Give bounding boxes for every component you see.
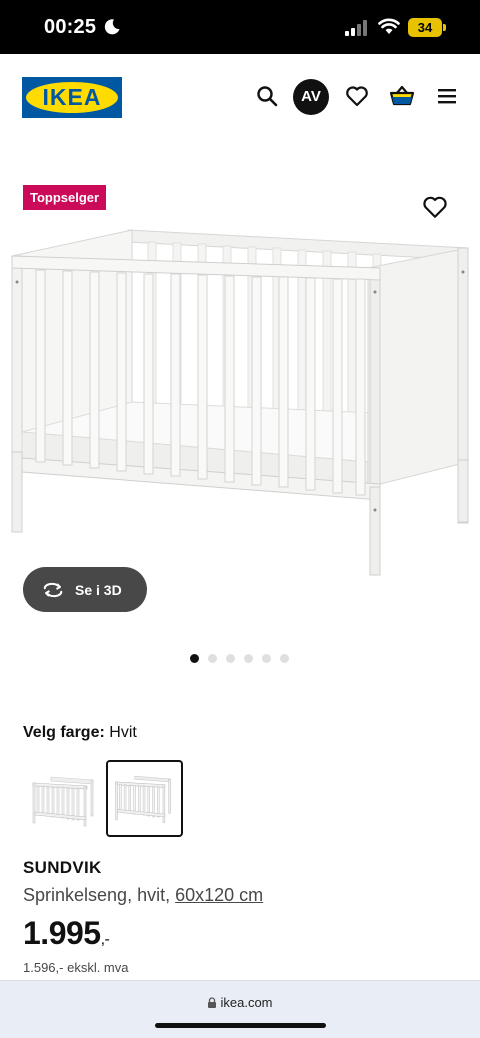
home-indicator[interactable]	[155, 1023, 326, 1028]
status-bar: 00:25 34	[0, 0, 480, 54]
wifi-icon	[378, 18, 400, 34]
cellular-signal-icon	[345, 20, 367, 36]
battery-nub	[443, 24, 446, 31]
gallery-dot[interactable]	[244, 654, 253, 663]
view-in-3d-button[interactable]: Se i 3D	[23, 567, 147, 612]
gallery-dot[interactable]	[226, 654, 235, 663]
gallery-dot[interactable]	[262, 654, 271, 663]
color-selected-value: Hvit	[109, 724, 137, 741]
product-description-text: Sprinkelseng, hvit,	[23, 885, 171, 905]
color-option-thumbnail-selected[interactable]	[106, 760, 183, 837]
product-name: SUNDVIK	[23, 858, 102, 877]
color-option-thumbnail[interactable]	[23, 760, 100, 837]
ikea-logo[interactable]: IKEA	[22, 77, 122, 118]
basket-button[interactable]	[388, 82, 416, 110]
battery-level: 34	[408, 18, 442, 37]
view-in-3d-label: Se i 3D	[75, 581, 122, 598]
product-size-link[interactable]: 60x120 cm	[175, 885, 263, 905]
gallery-dot[interactable]	[280, 654, 289, 663]
price-excl-vat: 1.596,- ekskl. mva	[23, 960, 129, 975]
moon-icon	[104, 19, 120, 35]
url-text: ikea.com	[220, 995, 273, 1010]
status-time: 00:25	[44, 16, 97, 38]
lock-icon	[208, 997, 217, 1008]
price-value: 1.995	[23, 915, 101, 951]
basket-icon	[389, 85, 415, 106]
price-suffix: ,-	[100, 931, 110, 948]
search-icon	[257, 86, 278, 107]
product-image-crib[interactable]	[8, 222, 478, 582]
heart-icon	[346, 86, 368, 107]
top-seller-badge: Toppselger	[23, 185, 107, 210]
search-button[interactable]	[253, 82, 281, 110]
wishlist-button[interactable]	[343, 82, 371, 110]
heart-icon	[423, 196, 447, 218]
product-price: 1.995,-	[23, 915, 110, 952]
color-label-title: Velg farge:	[23, 724, 105, 741]
menu-icon	[438, 89, 456, 104]
rotate-3d-icon	[43, 582, 63, 597]
url-display[interactable]: ikea.com	[0, 995, 480, 1010]
gallery-dot[interactable]	[190, 654, 199, 663]
color-label: Velg farge: Hvit	[23, 724, 137, 742]
product-description: Sprinkelseng, hvit, 60x120 cm	[23, 885, 263, 906]
avatar[interactable]: AV	[293, 79, 329, 115]
browser-url-bar[interactable]: ikea.com	[0, 980, 480, 1038]
site-header: IKEA AV	[0, 54, 480, 144]
gallery-dot[interactable]	[208, 654, 217, 663]
menu-button[interactable]	[433, 82, 461, 110]
favourite-button[interactable]	[422, 194, 448, 220]
logo-text: IKEA	[42, 84, 102, 110]
gallery-pagination	[190, 654, 289, 664]
